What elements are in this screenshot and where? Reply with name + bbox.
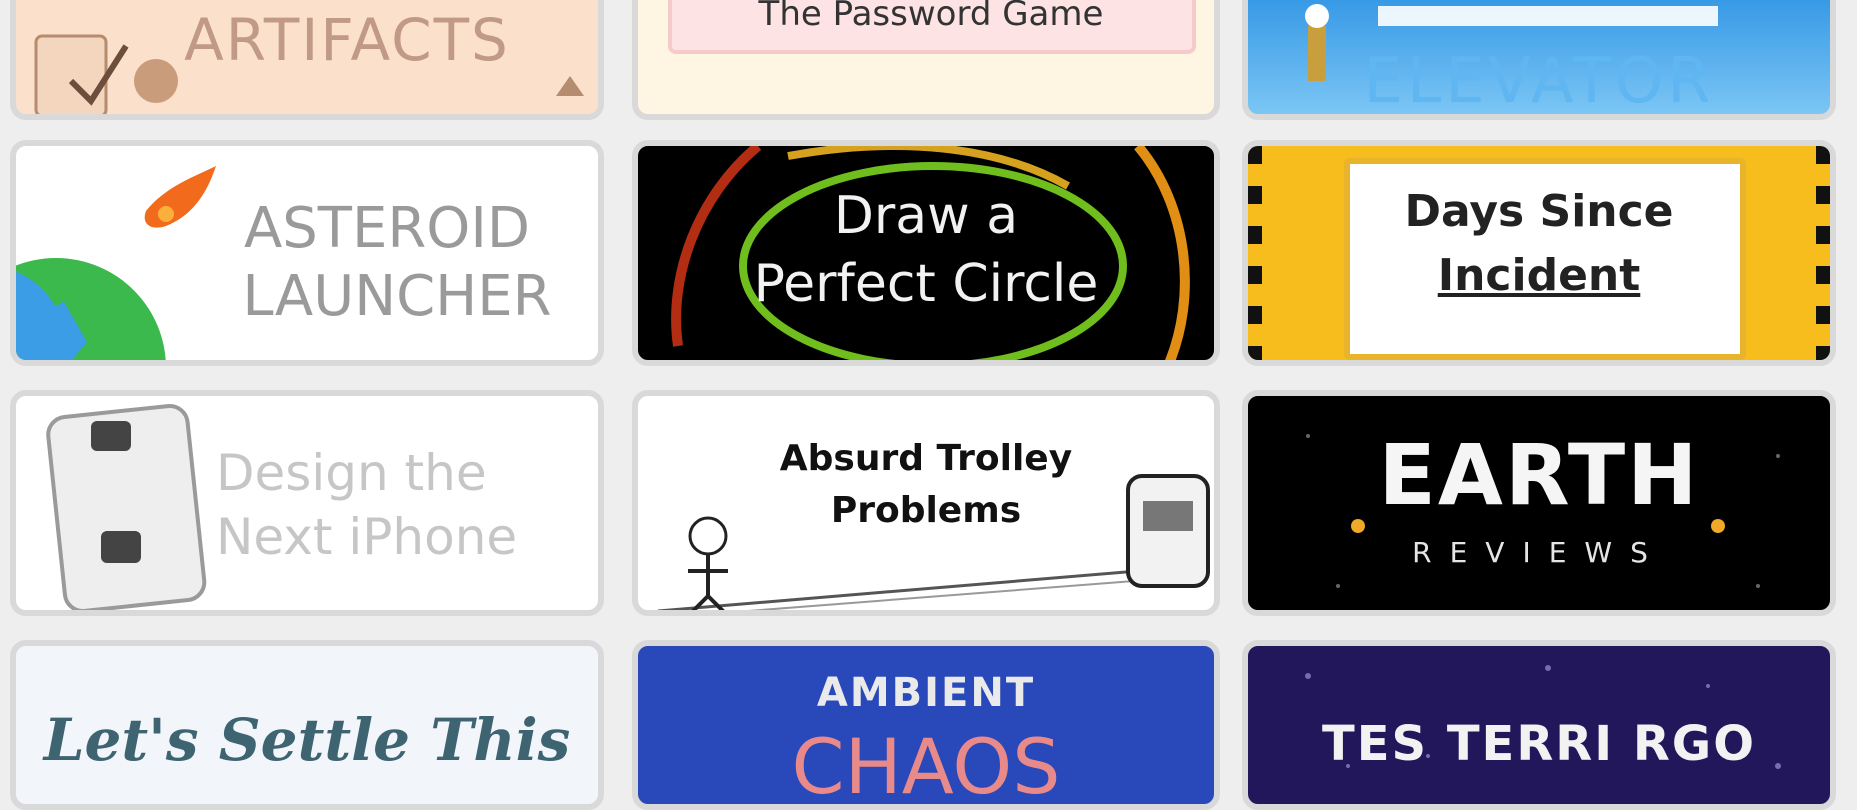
tile-title: ARTIFACTS: [184, 6, 510, 74]
tile-title: TES TERRI RGO: [1322, 716, 1756, 772]
game-grid: ARTIFACTS The Password Game ELEVATOR AST…: [0, 0, 1857, 810]
tile-password-game[interactable]: The Password Game: [632, 0, 1220, 120]
tile-terra[interactable]: TES TERRI RGO: [1242, 640, 1836, 810]
tile-title: Let's Settle This: [43, 706, 571, 774]
tile-elevator[interactable]: ELEVATOR: [1242, 0, 1836, 120]
tile-title-line2: Next iPhone: [216, 508, 518, 566]
tile-design-next-iphone[interactable]: Design the Next iPhone: [10, 390, 604, 616]
tile-ambient-chaos[interactable]: AMBIENT CHAOS: [632, 640, 1220, 810]
tile-draw-perfect-circle[interactable]: Draw a Perfect Circle: [632, 140, 1220, 366]
tile-title-line1: AMBIENT: [816, 670, 1036, 716]
tile-lets-settle-this[interactable]: Let's Settle This: [10, 640, 604, 810]
tile-title-line1: Design the: [216, 444, 487, 502]
tile-title-line2: Problems: [830, 490, 1022, 531]
tile-earth-reviews[interactable]: EARTH REVIEWS: [1242, 390, 1836, 616]
tile-title: The Password Game: [758, 0, 1104, 34]
iphone-sketch-icon: [46, 403, 207, 610]
tile-title-line1: Draw a: [833, 186, 1019, 246]
tile-title: ELEVATOR: [1363, 44, 1715, 117]
tile-days-since-incident[interactable]: Days Since Incident: [1242, 140, 1836, 366]
tile-title-line1: Absurd Trolley: [779, 438, 1073, 479]
tile-title-line1: ASTEROID: [243, 196, 531, 261]
tile-artifacts[interactable]: ARTIFACTS: [10, 0, 604, 120]
tile-title-line1: Days Since: [1404, 186, 1674, 237]
tile-title-line2: REVIEWS: [1412, 536, 1666, 569]
tile-title-line2: LAUNCHER: [242, 264, 552, 329]
tile-title-line2: CHAOS: [791, 722, 1061, 810]
tile-title-line1: EARTH: [1378, 426, 1700, 524]
tile-asteroid-launcher[interactable]: ASTEROID LAUNCHER: [10, 140, 604, 366]
tile-title-line2: Incident: [1437, 250, 1641, 301]
tile-title-line2: Perfect Circle: [753, 254, 1099, 314]
tile-absurd-trolley-problems[interactable]: Absurd Trolley Problems: [632, 390, 1220, 616]
